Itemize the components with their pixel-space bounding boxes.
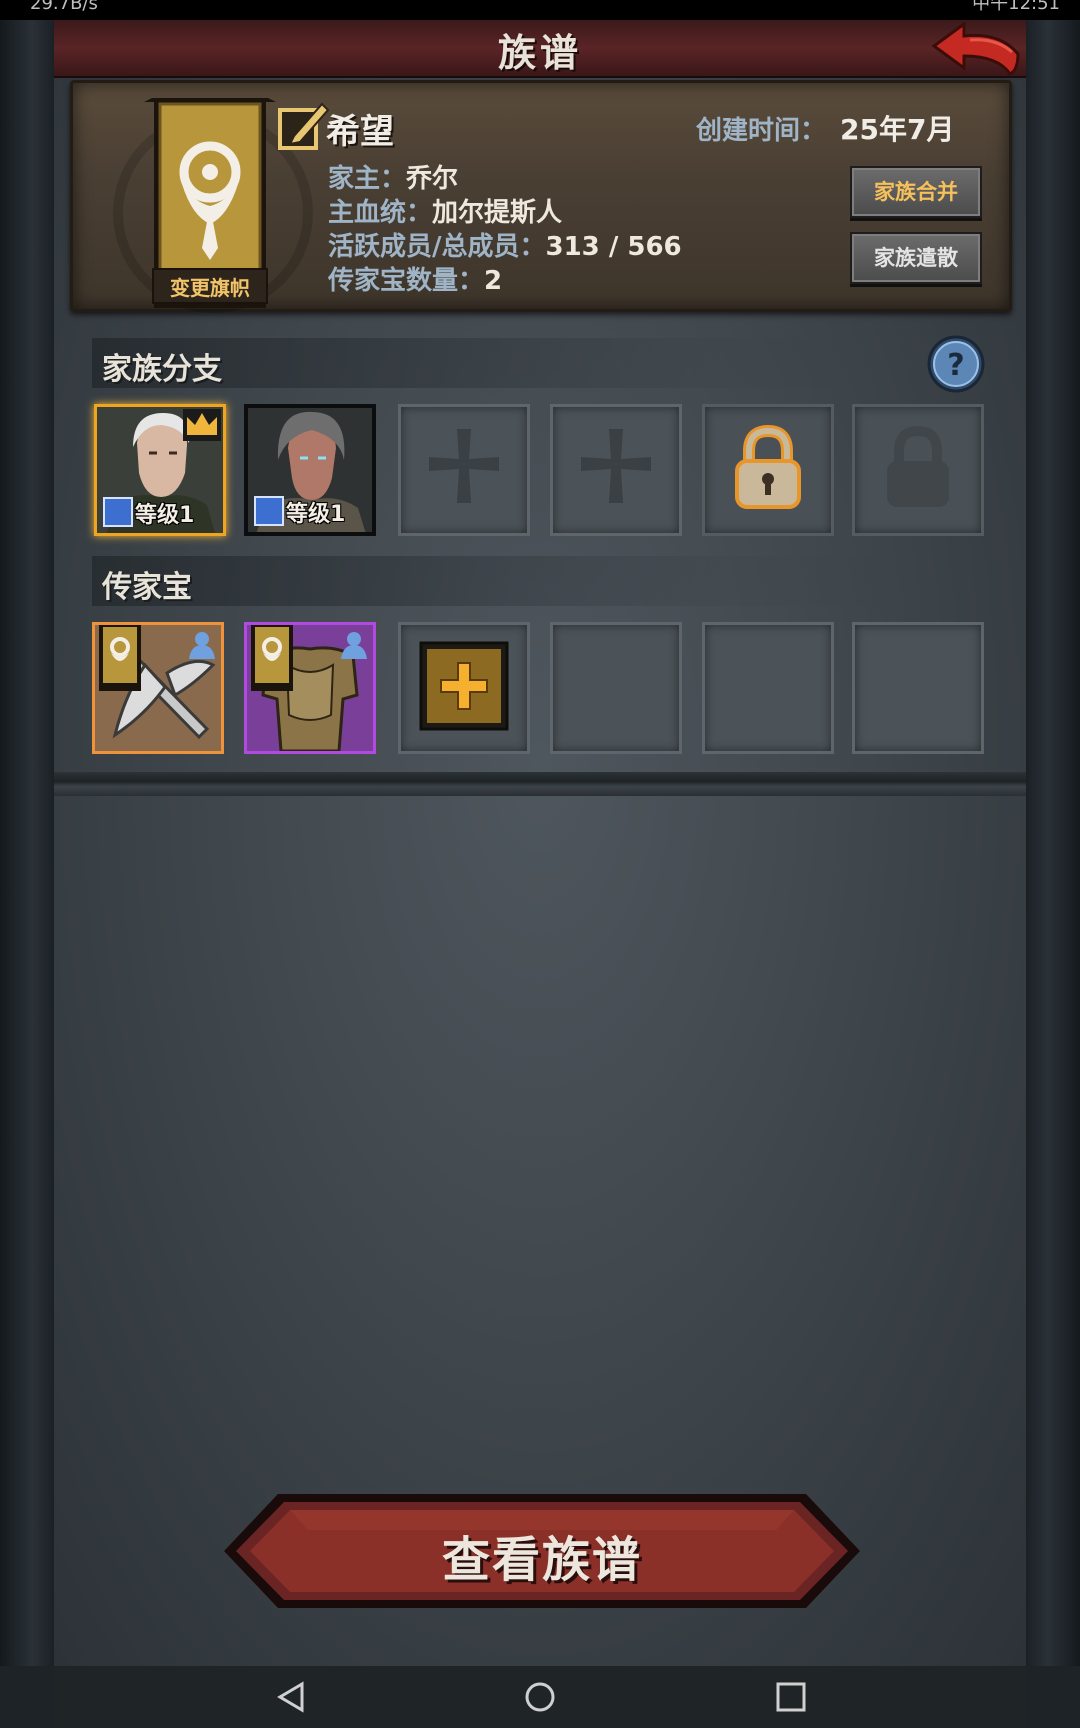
- created-time-label: 创建时间：: [696, 116, 827, 146]
- branch-slot-empty[interactable]: [550, 404, 682, 536]
- heirloom-slot-add[interactable]: [398, 622, 530, 754]
- heirlooms-section-header: 传家宝: [92, 556, 992, 606]
- view-family-tree-label: 查看族谱: [441, 1532, 642, 1588]
- nav-home-icon[interactable]: [523, 1680, 557, 1714]
- sword-class-icon: [254, 496, 284, 526]
- branch-slot-empty[interactable]: [398, 404, 530, 536]
- family-banner-icon: [251, 625, 293, 691]
- branch-slot-character[interactable]: 等级1: [94, 404, 226, 536]
- section-divider: [54, 772, 1026, 796]
- family-head-row: 家主：乔尔: [328, 158, 458, 195]
- svg-text:?: ?: [947, 348, 964, 383]
- nav-recents-icon[interactable]: [774, 1680, 808, 1714]
- character-level: 等级1: [286, 502, 346, 527]
- page-title: 族谱: [497, 31, 582, 75]
- header-bar: 族谱: [54, 20, 1026, 78]
- members-row: 活跃成员/总成员：313 / 566: [328, 226, 682, 263]
- branches-title: 家族分支: [102, 352, 222, 387]
- status-bar: 29.7B/s 中午12:51: [0, 0, 1080, 20]
- clock: 中午12:51: [972, 0, 1060, 14]
- bloodline-value: 加尔提斯人: [432, 198, 563, 228]
- heirloom-count-label: 传家宝数量：: [328, 266, 485, 296]
- lock-icon: [735, 424, 801, 509]
- heirloom-slot-empty[interactable]: [702, 622, 834, 754]
- left-frame-pillar: [0, 20, 54, 1666]
- created-time-value: 25年7月: [840, 113, 955, 146]
- heirloom-slot-empty[interactable]: [852, 622, 984, 754]
- family-merge-button[interactable]: 家族合并: [850, 166, 982, 218]
- edit-name-icon[interactable]: [276, 98, 330, 154]
- add-icon: [419, 641, 509, 731]
- members-label: 活跃成员/总成员：: [328, 232, 546, 262]
- character-level: 等级1: [135, 503, 195, 528]
- help-icon[interactable]: ?: [926, 334, 986, 394]
- heirloom-count-value: 2: [484, 266, 503, 296]
- heirloom-slot-weapon[interactable]: [92, 622, 224, 754]
- family-disband-button[interactable]: 家族遣散: [850, 232, 982, 284]
- heirloom-slot-empty[interactable]: [550, 622, 682, 754]
- leader-crown-icon: [183, 409, 221, 441]
- network-speed: 29.7B/s: [30, 0, 98, 14]
- right-frame-pillar: [1026, 20, 1080, 1666]
- branch-slot-character[interactable]: 等级1: [244, 404, 376, 536]
- lock-icon: [887, 425, 949, 507]
- system-nav-bar: [54, 1666, 1026, 1728]
- branch-slot-locked[interactable]: [702, 404, 834, 536]
- family-head-label: 家主：: [328, 164, 407, 194]
- person-icon: [341, 632, 367, 659]
- heirloom-slot-armor[interactable]: [244, 622, 376, 754]
- family-banner-icon: [99, 625, 141, 691]
- person-icon: [189, 632, 215, 659]
- back-arrow-icon[interactable]: [930, 18, 1022, 76]
- family-name: 希望: [326, 112, 394, 152]
- cross-icon: [581, 429, 651, 503]
- members-value: 313 / 566: [545, 232, 682, 262]
- branches-section-header: 家族分支: [92, 338, 992, 388]
- family-head-value: 乔尔: [406, 164, 459, 194]
- nav-back-icon[interactable]: [274, 1680, 308, 1714]
- heirlooms-title: 传家宝: [102, 570, 192, 605]
- cross-icon: [429, 429, 499, 503]
- bloodline-row: 主血统：加尔提斯人: [328, 192, 562, 229]
- branch-slot-locked[interactable]: [852, 404, 984, 536]
- bloodline-label: 主血统：: [328, 198, 433, 228]
- heirloom-count-row: 传家宝数量：2: [328, 260, 502, 297]
- change-banner-button[interactable]: 变更旗帜: [152, 268, 268, 304]
- sword-class-icon: [103, 497, 133, 527]
